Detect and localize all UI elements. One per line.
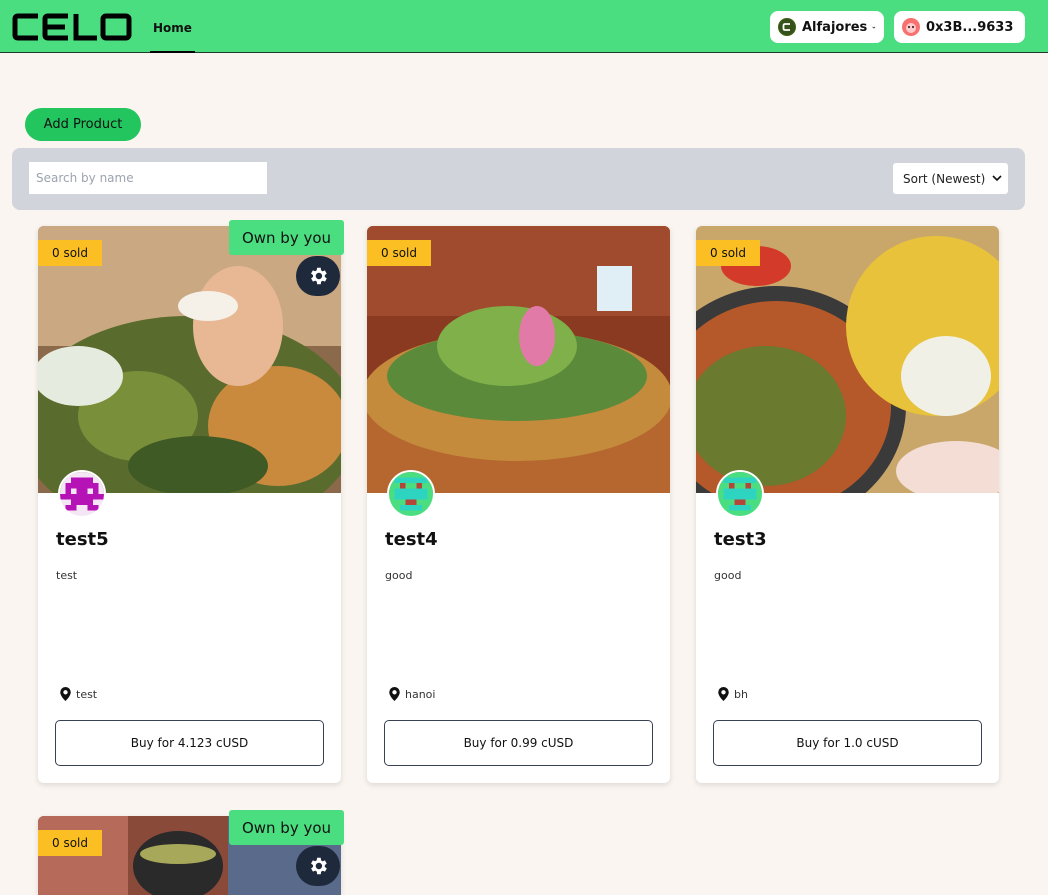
location-pin-icon: [60, 687, 71, 701]
settings-button[interactable]: [296, 846, 340, 886]
product-image[interactable]: [696, 226, 999, 493]
location-label: test: [76, 687, 98, 701]
sold-badge: 0 sold: [367, 240, 431, 266]
product-name: test4: [385, 529, 438, 550]
product-image[interactable]: [38, 226, 341, 493]
add-product-button[interactable]: Add Product: [25, 108, 141, 141]
owner-avatar: [58, 470, 106, 518]
search-input[interactable]: Search by name: [29, 162, 267, 194]
sort-select[interactable]: Sort (Newest): [893, 163, 1008, 194]
gear-icon: [311, 857, 327, 875]
product-description: good: [714, 569, 742, 582]
gear-icon: [311, 267, 327, 285]
account-selector[interactable]: 0x3B...9633: [894, 11, 1025, 43]
product-card: 0 sold test4 good hanoi Buy for 0.99 cUS…: [367, 226, 670, 783]
network-label: Alfajores: [802, 19, 868, 35]
location-pin-icon: [718, 687, 729, 701]
nav-home-link[interactable]: Home: [150, 0, 195, 53]
product-location: hanoi: [389, 687, 435, 701]
product-image[interactable]: [367, 226, 670, 493]
sold-badge: 0 sold: [38, 240, 102, 266]
buy-button[interactable]: Buy for 0.99 cUSD: [384, 720, 653, 766]
owner-avatar: [387, 470, 435, 518]
account-label: 0x3B...9633: [926, 19, 1014, 35]
product-location: test: [60, 687, 97, 701]
owner-avatar: [716, 470, 764, 518]
avatar-icon: [902, 18, 920, 36]
settings-button[interactable]: [296, 256, 340, 296]
own-by-you-badge: Own by you: [229, 810, 344, 845]
celo-logo[interactable]: [12, 13, 132, 41]
top-navbar: Home Alfajores 0x3B...9633: [0, 0, 1048, 53]
sold-badge: 0 sold: [696, 240, 760, 266]
product-card: 0 sold test3 good bh Buy for 1.0 cUSD: [696, 226, 999, 783]
sort-selected-label: Sort (Newest): [903, 171, 986, 186]
product-card: 0 sold test5 test test Buy for 4.123 cUS…: [38, 226, 341, 783]
location-pin-icon: [389, 687, 400, 701]
product-name: test3: [714, 529, 767, 550]
celo-network-icon: [778, 18, 796, 36]
chevron-down-icon: [992, 175, 1002, 182]
buy-button[interactable]: Buy for 4.123 cUSD: [55, 720, 324, 766]
filter-toolbar: Search by name Sort (Newest): [12, 148, 1025, 210]
network-selector[interactable]: Alfajores: [770, 11, 884, 43]
product-location: bh: [718, 687, 748, 701]
product-name: test5: [56, 529, 109, 550]
product-description: good: [385, 569, 413, 582]
location-label: hanoi: [405, 687, 436, 701]
product-description: test: [56, 569, 78, 582]
location-label: bh: [734, 687, 748, 701]
chevron-down-icon: [872, 26, 876, 29]
sold-badge: 0 sold: [38, 830, 102, 856]
own-by-you-badge: Own by you: [229, 220, 344, 255]
buy-button[interactable]: Buy for 1.0 cUSD: [713, 720, 982, 766]
